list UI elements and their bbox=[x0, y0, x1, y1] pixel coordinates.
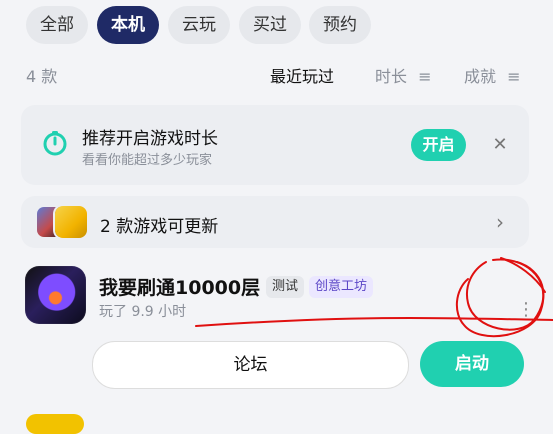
game-icon[interactable] bbox=[25, 266, 86, 324]
sort-duration-label: 时长 bbox=[375, 67, 408, 86]
sort-achievements-icon: ≡ bbox=[507, 67, 521, 86]
promo-subtitle: 看看你能超过多少玩家 bbox=[82, 153, 213, 168]
updates-text: 2 款游戏可更新 bbox=[100, 217, 219, 237]
chevron-right-icon: › bbox=[496, 210, 504, 234]
next-game-icon bbox=[26, 414, 84, 434]
promo-title: 推荐开启游戏时长 bbox=[82, 129, 218, 149]
sort-achievements[interactable]: 成就 ≡ bbox=[464, 63, 521, 87]
enable-playtime-button[interactable]: 开启 bbox=[411, 129, 466, 161]
filter-chip-local[interactable]: 本机 bbox=[97, 6, 159, 44]
close-icon[interactable]: ✕ bbox=[489, 134, 511, 156]
forum-button[interactable]: 论坛 bbox=[92, 341, 409, 389]
game-tag-test: 测试 bbox=[266, 276, 305, 298]
game-playtime: 玩了 9.9 小时 bbox=[99, 304, 187, 320]
game-title: 我要刷通10000层 bbox=[99, 277, 261, 299]
update-game-icon-2 bbox=[55, 206, 87, 238]
sort-duration[interactable]: 时长 ≡ bbox=[375, 63, 432, 87]
filter-chip-all[interactable]: 全部 bbox=[26, 6, 88, 44]
filter-chip-purchased[interactable]: 买过 bbox=[239, 6, 301, 44]
sort-achievements-label: 成就 bbox=[464, 67, 497, 86]
filter-chip-cloud[interactable]: 云玩 bbox=[168, 6, 230, 44]
timer-icon bbox=[43, 131, 67, 156]
game-tag-workshop: 创意工坊 bbox=[309, 276, 374, 298]
launch-button[interactable]: 启动 bbox=[420, 341, 524, 387]
updates-card[interactable] bbox=[21, 196, 529, 248]
more-vertical-icon[interactable]: ⋮ bbox=[517, 300, 535, 320]
sort-duration-icon: ≡ bbox=[418, 67, 432, 86]
sort-recent[interactable]: 最近玩过 bbox=[270, 63, 334, 87]
filter-chip-reserved[interactable]: 预约 bbox=[309, 6, 371, 44]
game-count: 4 款 bbox=[26, 67, 58, 86]
